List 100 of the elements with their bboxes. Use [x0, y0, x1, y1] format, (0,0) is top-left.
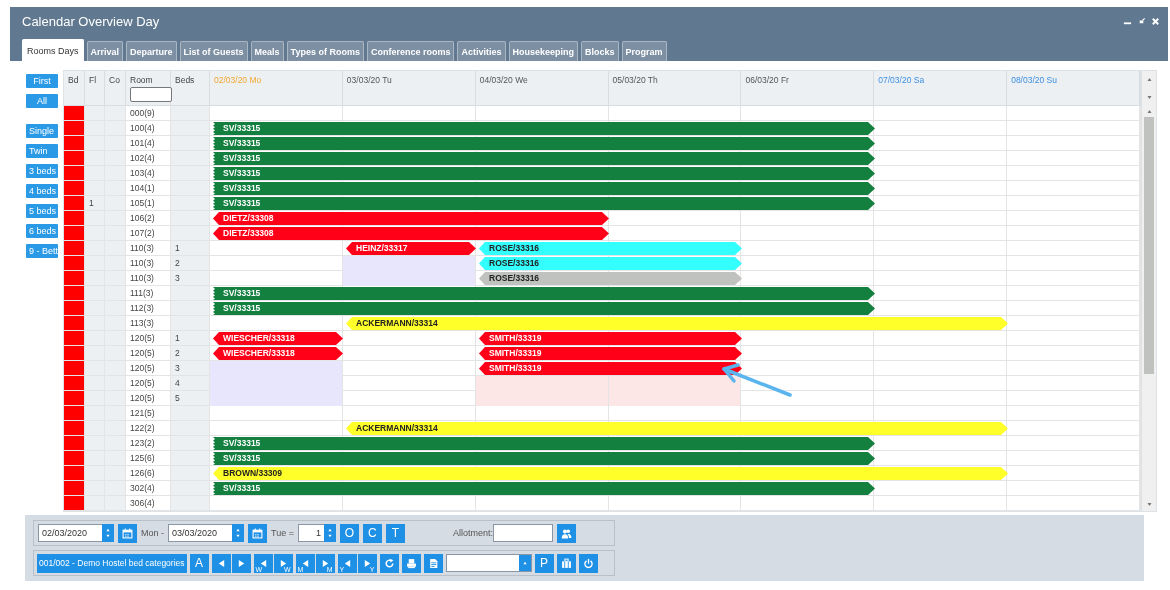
caret-up-icon [521, 561, 528, 565]
booking-bar[interactable]: ACKERMANN/33314 [346, 317, 1008, 330]
date-field[interactable]: 03/03/2020 [168, 524, 232, 542]
power-icon [582, 557, 594, 569]
booking-bar[interactable]: SV/33315 [213, 182, 875, 195]
room-type-button[interactable]: 5 beds [26, 204, 58, 218]
day-header: 03/03/20 Tu [346, 75, 392, 85]
room-type-button[interactable]: Twin [26, 144, 58, 158]
count-field[interactable]: 1 [297, 524, 324, 542]
grid-cell [105, 331, 126, 346]
floor-cell [85, 451, 105, 466]
power-button[interactable] [578, 553, 598, 573]
grid-cell [105, 466, 126, 481]
restore-icon[interactable] [1137, 17, 1146, 26]
step-forward-button[interactable] [231, 553, 251, 573]
a-button[interactable]: A [189, 553, 209, 573]
booking-bar[interactable]: SV/33315 [213, 122, 875, 135]
booking-bar[interactable]: ACKERMANN/33314 [346, 422, 1008, 435]
booking-bar[interactable]: HEINZ/33317 [346, 242, 476, 255]
room-filter-field[interactable] [130, 87, 172, 102]
left-triangle-icon [300, 558, 310, 568]
mode-button[interactable]: O [339, 523, 359, 543]
column-header: Fl [89, 75, 97, 85]
booking-bar[interactable]: SMITH/33319 [479, 332, 742, 345]
refresh-icon [383, 557, 395, 569]
booking-bar[interactable]: WIESCHER/33318 [213, 332, 343, 345]
booking-bar[interactable]: SV/33315 [213, 152, 875, 165]
category-button[interactable]: 001/002 - Demo Hostel bed categories [37, 553, 187, 573]
tab[interactable]: Rooms Days [22, 39, 84, 61]
guests-button[interactable] [557, 523, 576, 543]
booking-bar[interactable]: DIETZ/33308 [213, 227, 609, 240]
tab[interactable]: List of Guests [179, 41, 248, 61]
booking-bar[interactable]: SV/33315 [213, 452, 875, 465]
p-button[interactable]: P [534, 553, 554, 573]
room-type-button[interactable]: 4 beds [26, 184, 58, 198]
booking-bar[interactable]: DIETZ/33308 [213, 212, 609, 225]
booking-bar[interactable]: SV/33315 [213, 482, 875, 495]
spinner-button[interactable] [232, 524, 244, 542]
tab[interactable]: Conference rooms [366, 41, 455, 61]
room-type-button[interactable]: 9 - Bett [26, 244, 58, 258]
tab[interactable]: Activities [457, 41, 506, 61]
grid-cell [105, 406, 126, 421]
booking-bar[interactable]: ROSE/33316 [479, 272, 742, 285]
grid-cell [105, 196, 126, 211]
booking-bar[interactable]: SV/33315 [213, 137, 875, 150]
cal-icon [122, 527, 133, 539]
bed-cell: 4 [171, 376, 210, 391]
filter-button[interactable]: First [26, 74, 58, 88]
room-type-button[interactable]: Single [26, 124, 58, 138]
booking-bar[interactable]: SV/33315 [213, 302, 875, 315]
mode-button[interactable]: C [362, 523, 382, 543]
room-type-button[interactable]: 6 beds [26, 224, 58, 238]
close-icon[interactable] [1151, 17, 1160, 26]
bed-cell: 1 [171, 331, 210, 346]
grid-cell [105, 481, 126, 496]
tab[interactable]: Housekeeping [508, 41, 578, 61]
mode-button[interactable]: T [385, 523, 405, 543]
day-header: 08/03/20 Su [1011, 75, 1057, 85]
date-field[interactable]: 02/03/2020 [38, 524, 102, 542]
cal-icon [252, 527, 263, 539]
grid-cell [105, 241, 126, 256]
booking-bar[interactable]: ROSE/33316 [479, 257, 742, 270]
calendar-button[interactable] [118, 523, 137, 543]
print-button[interactable] [401, 553, 421, 573]
right-triangle-icon [362, 558, 372, 568]
document-button[interactable] [423, 553, 443, 573]
step-back-button[interactable] [211, 553, 231, 573]
calendar-button[interactable] [248, 523, 267, 543]
tab[interactable]: Departure [126, 41, 177, 61]
floor-cell [85, 151, 105, 166]
floor-cell [85, 286, 105, 301]
floor-cell [85, 316, 105, 331]
spinner-button[interactable] [102, 524, 114, 542]
booking-bar[interactable]: SV/33315 [213, 287, 875, 300]
booking-bar[interactable]: SV/33315 [213, 167, 875, 180]
bed-cell: 3 [171, 271, 210, 286]
allotment-field[interactable] [493, 524, 553, 542]
refresh-button[interactable] [379, 553, 399, 573]
room-type-button[interactable]: 3 beds [26, 164, 58, 178]
booking-bar[interactable]: SMITH/33319 [479, 362, 742, 375]
booking-bar[interactable]: SMITH/33319 [479, 347, 742, 360]
select-field[interactable] [445, 554, 532, 572]
scrollbar-thumb[interactable] [1144, 117, 1154, 374]
tab[interactable]: Arrival [86, 41, 124, 61]
tab[interactable]: Blocks [581, 41, 619, 61]
bed-cell: 3 [171, 361, 210, 376]
tab[interactable]: Types of Rooms [286, 41, 364, 61]
booking-bar[interactable]: SV/33315 [213, 437, 875, 450]
grid-cell [105, 166, 126, 181]
booking-bar[interactable]: SV/33315 [213, 197, 875, 210]
tab[interactable]: Meals [250, 41, 284, 61]
grid-cell [105, 271, 126, 286]
booking-bar[interactable]: ROSE/33316 [479, 242, 742, 255]
tab[interactable]: Program [621, 41, 667, 61]
grid-cell [105, 226, 126, 241]
luggage-button[interactable] [556, 553, 576, 573]
grid-cell [105, 256, 126, 271]
booking-bar[interactable]: BROWN/33309 [213, 467, 1008, 480]
filter-button[interactable]: All [26, 94, 58, 108]
booking-bar[interactable]: WIESCHER/33318 [213, 347, 343, 360]
